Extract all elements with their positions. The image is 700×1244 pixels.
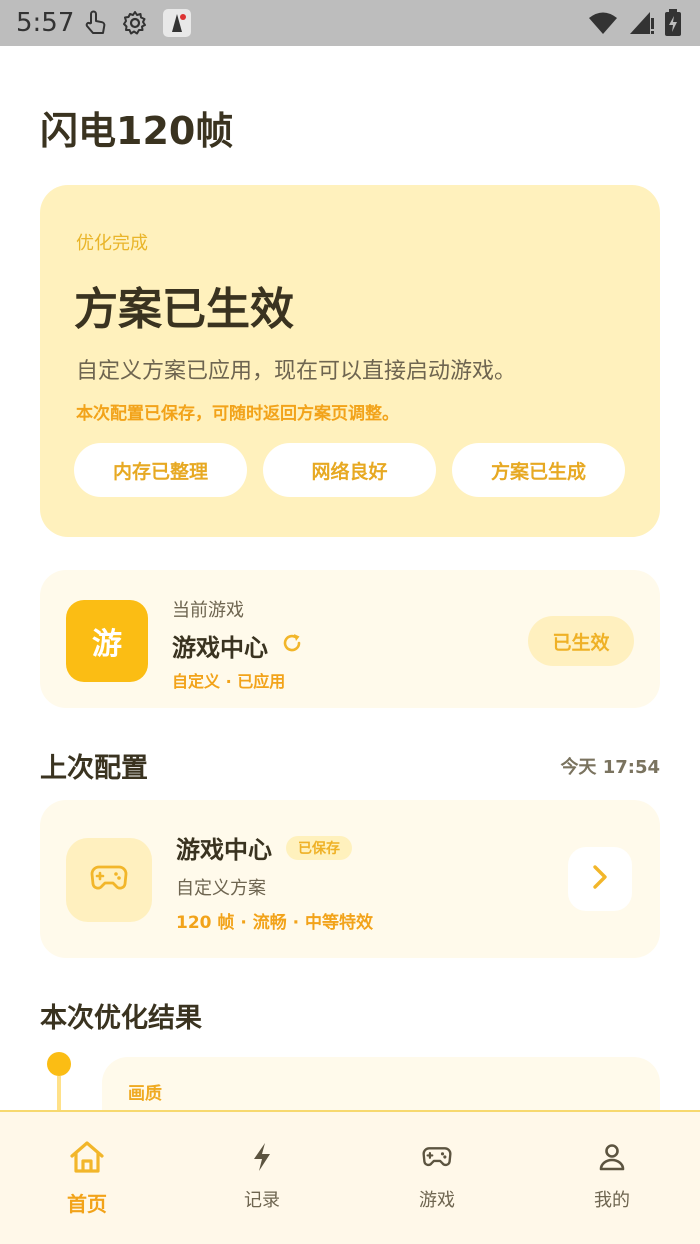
last-config-name-row: 游戏中心 已保存 xyxy=(176,830,352,865)
last-config-name: 游戏中心 xyxy=(176,836,272,864)
hero-title: 方案已生效 xyxy=(74,284,294,335)
current-game-name-row: 游戏中心 xyxy=(172,628,304,663)
hero-note: 本次配置已保存，可随时返回方案页调整。 xyxy=(76,404,399,424)
current-game-name: 游戏中心 xyxy=(172,634,268,662)
hero-kicker: 优化完成 xyxy=(76,233,148,254)
saved-badge: 已保存 xyxy=(286,835,352,860)
chip-scheme-generated: 方案已生成 xyxy=(452,443,625,497)
nav-label-profile: 我的 xyxy=(594,1190,630,1211)
wifi-icon xyxy=(588,11,618,39)
chevron-right-icon xyxy=(591,864,609,894)
cellular-icon xyxy=(628,10,654,40)
hero-chips: 内存已整理 网络良好 方案已生成 xyxy=(74,443,625,497)
nav-label-records: 记录 xyxy=(244,1190,280,1211)
nav-item-profile[interactable]: 我的 xyxy=(552,1136,672,1226)
results-title: 本次优化结果 xyxy=(40,1003,202,1034)
status-right-icons xyxy=(588,9,682,41)
chip-network-good: 网络良好 xyxy=(263,443,436,497)
timeline-dot xyxy=(47,1052,71,1076)
optimization-hero-card: 优化完成 方案已生效 自定义方案已应用，现在可以直接启动游戏。 本次配置已保存，… xyxy=(40,185,660,537)
last-config-icon-box xyxy=(66,838,152,922)
status-bar: 5:57 xyxy=(0,0,700,46)
bottom-nav: 首页 记录 游戏 我的 xyxy=(0,1110,700,1244)
touch-icon xyxy=(82,9,108,41)
chip-memory-cleaned: 内存已整理 xyxy=(74,443,247,497)
nav-item-games[interactable]: 游戏 xyxy=(377,1136,497,1226)
nav-item-records[interactable]: 记录 xyxy=(202,1136,322,1226)
open-config-button[interactable] xyxy=(568,847,632,911)
current-game-meta: 自定义 · 已应用 xyxy=(172,672,286,691)
gamepad-icon xyxy=(422,1136,452,1178)
timeline xyxy=(47,1052,71,1116)
status-left-icons xyxy=(82,8,192,42)
gear-icon xyxy=(122,10,148,40)
hero-description: 自定义方案已应用，现在可以直接启动游戏。 xyxy=(76,359,517,384)
last-config-scheme: 自定义方案 xyxy=(176,878,266,899)
current-game-label: 当前游戏 xyxy=(172,600,244,621)
lightning-icon xyxy=(252,1136,272,1178)
status-badge: 已生效 xyxy=(528,616,634,666)
status-time: 5:57 xyxy=(16,8,75,38)
nav-label-home: 首页 xyxy=(67,1192,107,1216)
last-config-time: 今天 17:54 xyxy=(560,757,660,778)
battery-icon xyxy=(664,9,682,41)
nav-label-games: 游戏 xyxy=(419,1190,455,1211)
home-icon xyxy=(69,1136,105,1178)
last-config-specs: 120 帧 · 流畅 · 中等特效 xyxy=(176,913,373,933)
result-item-label: 画质 xyxy=(128,1084,162,1104)
last-config-title: 上次配置 xyxy=(40,753,148,784)
nav-item-home[interactable]: 首页 xyxy=(27,1136,147,1226)
current-game-card[interactable]: 游 当前游戏 游戏中心 自定义 · 已应用 已生效 xyxy=(40,570,660,708)
user-icon xyxy=(598,1136,626,1178)
page-title: 闪电120帧 xyxy=(40,109,234,153)
game-avatar-icon: 游 xyxy=(66,600,148,682)
app-notice-icon xyxy=(162,8,192,42)
refresh-icon[interactable] xyxy=(280,631,304,661)
last-config-card[interactable]: 游戏中心 已保存 自定义方案 120 帧 · 流畅 · 中等特效 xyxy=(40,800,660,958)
gamepad-icon xyxy=(90,864,128,896)
